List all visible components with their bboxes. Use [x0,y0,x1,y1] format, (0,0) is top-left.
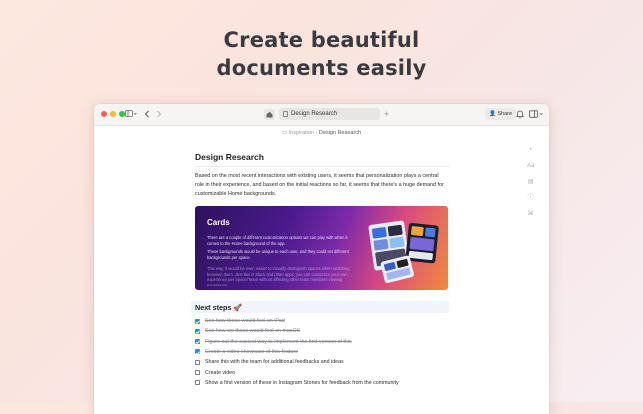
checkbox-checked[interactable] [195,349,200,355]
todo-item: See how these would feel on iPad [195,316,455,326]
back-icon[interactable] [144,110,150,118]
todo-item: Share this with the team for additional … [195,357,455,367]
add-block-icon[interactable]: + [529,146,533,154]
todo-item: Show a first version of these in Instagr… [195,378,455,388]
device-collage-image [368,220,439,283]
home-icon[interactable] [264,109,275,120]
breadcrumb-separator: › [315,130,318,136]
headline-line-2: documents easily [216,56,427,80]
share-icon: 👤 [489,111,496,117]
todo-label[interactable]: Figure out the easiest way to implement … [205,337,352,347]
forward-icon[interactable] [156,110,162,118]
share-label: Share [497,111,513,117]
share-button[interactable]: 👤 Share [485,108,517,120]
todo-item: See how we these would feel on macOS [195,326,455,336]
headline-line-1: Create beautiful [223,28,420,52]
breadcrumb-parent[interactable]: Inspiration [289,130,314,136]
app-window: Design Research + 👤 Share ▭ Inspiration … [94,104,549,414]
window-controls [101,111,125,117]
card-text-1: There are a couple of different customiz… [207,235,348,246]
todo-item: Figure out the easiest way to implement … [195,337,455,347]
close-window-button[interactable] [101,111,107,117]
checkbox-unchecked[interactable] [195,359,200,365]
todo-item: Create a video showcase of this feature [195,347,455,357]
document-paragraph[interactable]: Based on the most recent interactions wi… [195,172,449,200]
titlebar: Design Research + 👤 Share [94,104,549,126]
document-tab-title: Design Research [291,111,338,117]
checkbox-checked[interactable] [195,318,200,324]
card-text-2: These backgrounds would be unique to eac… [207,249,349,260]
todo-label[interactable]: See how we these would feel on macOS [205,326,300,336]
document-title[interactable]: Design Research [195,152,264,162]
todo-label[interactable]: Create a video showcase of this feature [205,347,298,357]
todo-label[interactable]: Show a first version of these in Instagr… [205,378,399,388]
side-toolbar: + Aa ▤ ⓘ ⌘ [527,146,534,218]
next-steps-title: Next steps 🚀 [195,303,243,312]
document-tab[interactable]: Design Research [279,108,380,120]
checkbox-unchecked[interactable] [195,380,200,386]
checkbox-checked[interactable] [195,339,200,345]
checkbox-checked[interactable] [195,328,200,334]
todo-label[interactable]: Share this with the team for additional … [205,357,344,367]
grid-icon[interactable]: ⌘ [528,210,534,218]
minimize-window-button[interactable] [110,111,116,117]
cards-image-block[interactable]: Cards There are a couple of different cu… [195,206,448,290]
todo-label[interactable]: Create video [205,368,235,378]
media-icon[interactable]: ▤ [528,178,534,186]
plus-icon[interactable]: + [384,108,389,120]
card-title: Cards [207,218,230,227]
info-icon[interactable]: ⓘ [528,194,534,202]
checkbox-unchecked[interactable] [195,370,200,375]
panel-icon[interactable] [529,110,545,119]
breadcrumb-current: Design Research [318,130,362,136]
next-steps-heading[interactable]: Next steps 🚀 [191,301,449,313]
document-icon [283,111,288,117]
folder-icon: ▭ [281,130,288,136]
bell-icon[interactable] [516,110,524,119]
breadcrumb: ▭ Inspiration › Design Research [94,128,549,138]
sidebar-icon[interactable] [125,110,137,119]
todo-label[interactable]: See how these would feel on iPad [205,316,285,326]
card-text-3: This way, it would be even easier to vis… [207,266,350,286]
title-divider [195,166,449,167]
text-format-icon[interactable]: Aa [527,162,534,170]
headline: Create beautiful documents easily [0,26,643,82]
todo-item: Create video [195,368,455,378]
